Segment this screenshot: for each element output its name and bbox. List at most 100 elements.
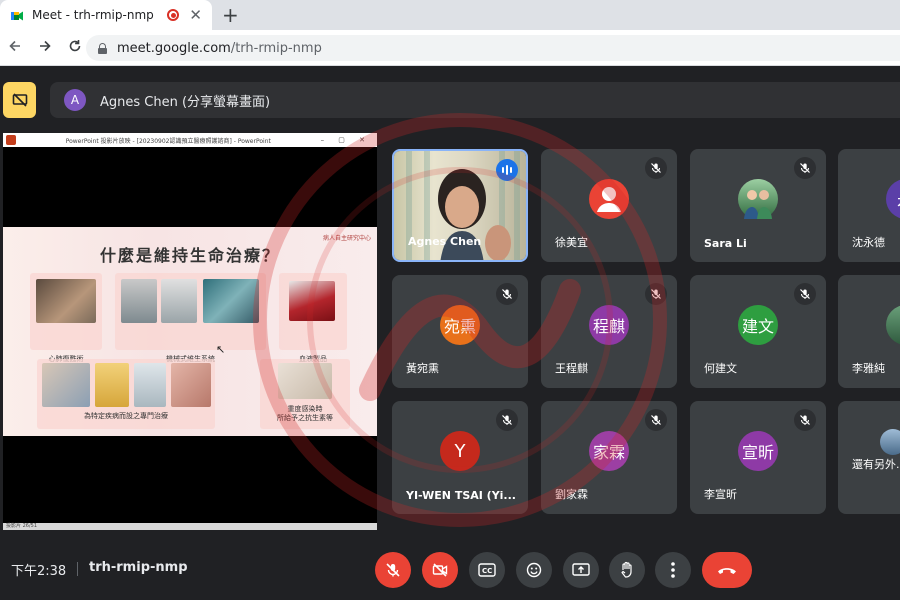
participant-name: YI-WEN TSAI (Yi... — [406, 489, 516, 502]
camera-off-icon — [432, 563, 448, 577]
powerpoint-statusbar: 投影片 26/51 — [3, 523, 377, 530]
participant-tile-li-xuanxin[interactable]: 宣昕 李宣昕 — [690, 401, 826, 514]
participant-tile-li-yachun[interactable]: 李雅純 — [838, 275, 900, 388]
photo-avatar — [880, 429, 900, 455]
google-meet-icon — [10, 8, 24, 22]
closed-captions-icon: CC — [478, 563, 496, 577]
slide-card-ventilator — [115, 273, 266, 350]
participant-tile-agnes-chen[interactable]: Agnes Chen — [392, 149, 528, 262]
antibiotics-photo — [278, 363, 332, 399]
mic-off-icon — [794, 409, 816, 431]
photo-avatar — [738, 179, 778, 219]
presenter-banner: A Agnes Chen (分享螢幕畫面) — [50, 82, 900, 118]
participant-avatar: 宛熏 — [440, 305, 480, 345]
meeting-code: trh-rmip-nmp — [89, 560, 188, 575]
browser-tab-meet[interactable]: Meet - trh-rmip-nmp ✕ — [0, 0, 212, 30]
microphone-toggle-button[interactable] — [375, 552, 411, 588]
mic-off-icon — [496, 409, 518, 431]
back-icon[interactable] — [0, 38, 30, 57]
participant-avatar: 家霖 — [589, 431, 629, 471]
participant-name: 劉家霖 — [555, 488, 588, 501]
participant-avatar: 建文 — [738, 305, 778, 345]
participant-tile-he-jianwen[interactable]: 建文 何建文 — [690, 275, 826, 388]
cpr-photo — [36, 279, 96, 323]
default-person-icon — [589, 179, 629, 219]
surgery-photo — [171, 363, 211, 407]
participant-tile-xu-meiyi[interactable]: 徐美宜 — [541, 149, 677, 262]
participant-tile-shen-yongde[interactable]: 永 沈永德 — [838, 149, 900, 262]
camera-toggle-button[interactable] — [422, 552, 458, 588]
participant-tile-others[interactable]: 還有另外... — [838, 401, 900, 514]
separator — [77, 562, 78, 576]
participant-name: 李雅純 — [852, 362, 885, 375]
participant-name: Sara Li — [704, 237, 747, 250]
participant-tile-wang-chengqi[interactable]: 程麒 王程麒 — [541, 275, 677, 388]
powerpoint-titlebar: PowerPoint 投影片放映 - [20230902認識預立醫療照護諮商] … — [3, 133, 377, 147]
meeting-clock: 下午2:38 — [11, 564, 67, 579]
slide-card-blood — [279, 273, 347, 350]
participant-tile-huang-wanxun[interactable]: 宛熏 黃宛熏 — [392, 275, 528, 388]
mic-off-icon — [794, 157, 816, 179]
recording-indicator-icon — [167, 9, 180, 21]
raise-hand-button[interactable] — [609, 552, 645, 588]
participant-avatar: 程麒 — [589, 305, 629, 345]
lock-icon — [98, 42, 107, 54]
participant-name: 沈永德 — [852, 236, 885, 249]
mic-off-icon — [645, 283, 667, 305]
mic-off-icon — [794, 283, 816, 305]
captions-button[interactable]: CC — [469, 552, 505, 588]
forward-icon[interactable] — [30, 38, 60, 57]
close-tab-icon[interactable]: ✕ — [189, 7, 202, 23]
present-screen-icon — [572, 563, 590, 576]
meet-window: { "browser": { "tab_title": "Meet - trh-… — [0, 0, 900, 600]
ventilator-photo-2 — [161, 279, 197, 323]
more-options-button[interactable] — [655, 552, 691, 588]
new-tab-button[interactable]: + — [222, 3, 239, 27]
meeting-control-bar: 下午2:38 trh-rmip-nmp CC — [0, 540, 900, 600]
reactions-button[interactable] — [516, 552, 552, 588]
slide-title: 什麼是維持生命治療？ — [99, 246, 280, 265]
photo-avatar — [886, 305, 900, 345]
present-off-icon — [12, 93, 27, 107]
participant-tile-yi-wen-tsai[interactable]: Y YI-WEN TSAI (Yi... — [392, 401, 528, 514]
presentation-slide: 什麼是維持生命治療？ 病人自主研究中心 心肺復甦術 機械式維生系統 血液製品 為… — [3, 227, 377, 436]
ecmo-photo — [203, 279, 259, 323]
stop-presenting-button[interactable] — [3, 82, 36, 118]
url-host: meet.google.com — [117, 40, 231, 56]
present-now-button[interactable] — [563, 552, 599, 588]
participant-name: 徐美宜 — [555, 236, 588, 249]
browser-tab-strip: Meet - trh-rmip-nmp ✕ + — [0, 0, 900, 30]
participant-avatar: Y — [440, 431, 480, 471]
url-path: /trh-rmip-nmp — [230, 40, 322, 56]
caption-specific-treatment: 為特定疾病而設之專門治療 — [84, 412, 168, 420]
mic-off-icon — [496, 283, 518, 305]
mic-off-icon — [645, 157, 667, 179]
address-bar[interactable]: meet.google.com/trh-rmip-nmp — [86, 35, 900, 61]
svg-text:CC: CC — [482, 567, 492, 575]
pills-photo — [134, 363, 166, 407]
raise-hand-icon — [621, 561, 632, 578]
more-vert-icon — [671, 562, 675, 578]
powerpoint-title: PowerPoint 投影片放映 - [20230902認識預立醫療照護諮商] … — [65, 137, 271, 145]
caption-antibiotics: 重度感染時 所給予之抗生素等 — [277, 405, 333, 423]
dialysis-photo — [42, 363, 90, 407]
mic-off-icon — [645, 409, 667, 431]
leave-call-button[interactable] — [702, 552, 752, 588]
participant-name: 黃宛熏 — [406, 362, 439, 375]
participant-tile-sara-li[interactable]: Sara Li — [690, 149, 826, 262]
hang-up-icon — [718, 568, 736, 574]
mic-off-icon — [386, 563, 400, 577]
shared-screen[interactable]: PowerPoint 投影片放映 - [20230902認識預立醫療照護諮商] … — [3, 133, 377, 530]
participant-avatar: 永 — [886, 179, 900, 219]
window-controls-icon: – ▢ ✕ — [320, 136, 371, 144]
participant-name: 李宣昕 — [704, 488, 737, 501]
participant-name: Agnes Chen — [408, 235, 482, 248]
participant-avatar: 宣昕 — [738, 431, 778, 471]
participant-name: 王程麒 — [555, 362, 588, 375]
ventilator-photo-1 — [121, 279, 157, 323]
emoji-icon — [526, 562, 542, 578]
participant-tile-liu-jialin[interactable]: 家霖 劉家霖 — [541, 401, 677, 514]
tab-title: Meet - trh-rmip-nmp — [32, 8, 154, 22]
mouse-cursor-icon: ↖ — [216, 343, 226, 356]
slide-card-cpr — [30, 273, 102, 350]
